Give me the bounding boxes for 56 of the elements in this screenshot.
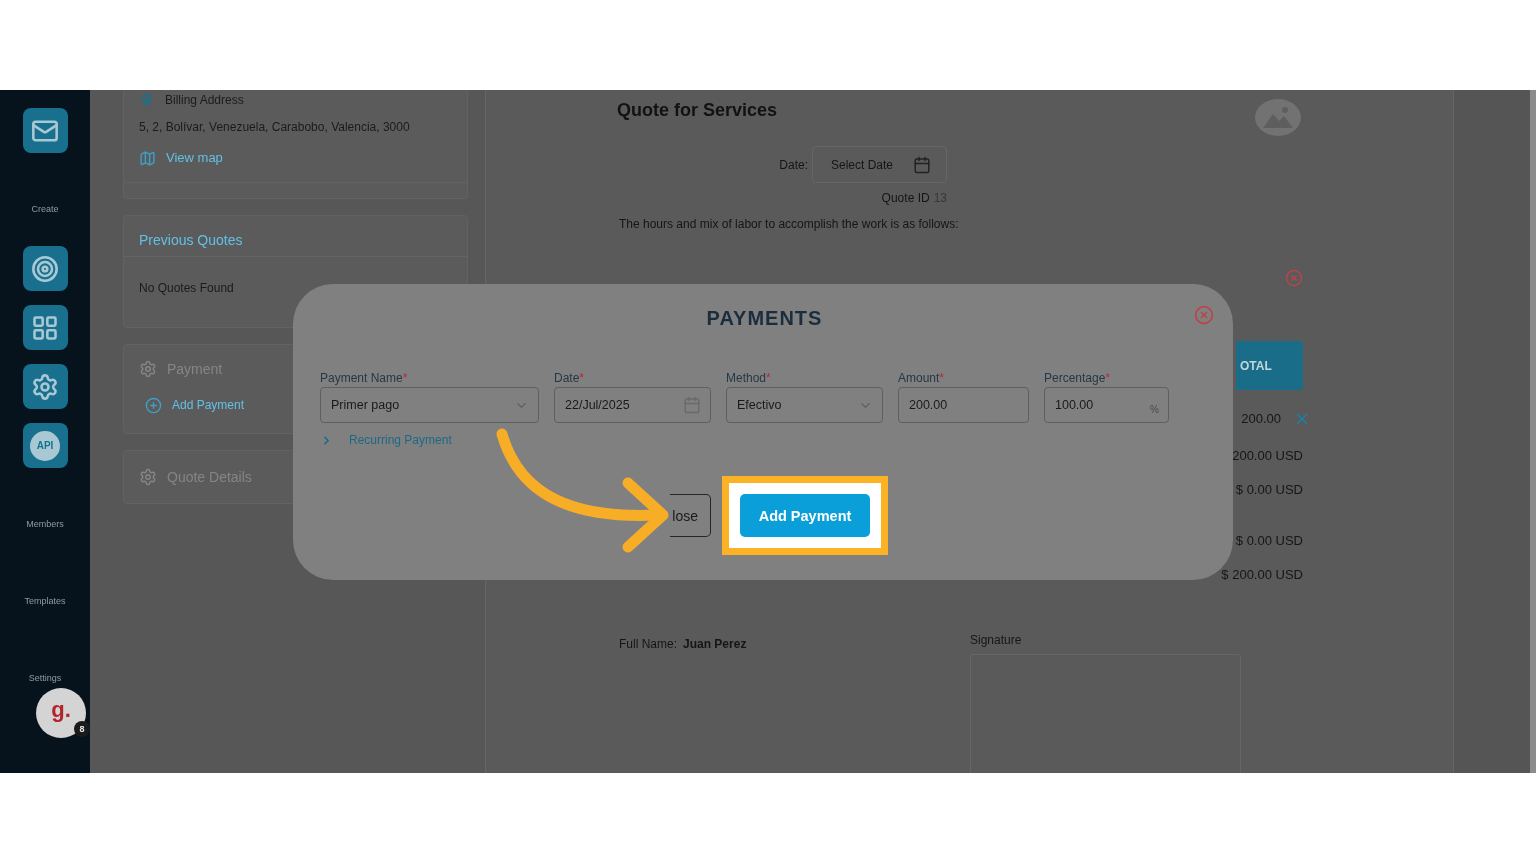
date-picker-field[interactable]: Select Date — [812, 146, 947, 183]
image-placeholder-icon — [1255, 99, 1301, 136]
plus-circle-icon — [145, 396, 162, 414]
billing-address: 5, 2, Bolívar, Venezuela, Carabobo, Valencia, 3000 — [139, 119, 410, 135]
full-name-label: Full Name: — [619, 636, 677, 652]
card-title: Previous Quotes — [139, 232, 243, 248]
field-label: Date* — [554, 371, 585, 385]
api-button[interactable]: API — [22, 423, 68, 468]
target-button[interactable] — [22, 246, 68, 291]
field-label: Payment Name* — [320, 371, 408, 385]
grid-button[interactable] — [22, 305, 68, 350]
gear-icon — [31, 372, 59, 401]
signature-label: Signature — [970, 632, 1022, 648]
close-icon[interactable] — [1285, 269, 1303, 287]
target-icon — [31, 254, 59, 283]
add-payment-link[interactable]: Add Payment — [172, 397, 245, 413]
date-label: Date: — [779, 156, 808, 173]
quote-id-label: Quote ID — [881, 190, 930, 206]
add-payment-button[interactable]: Add Payment — [740, 494, 870, 537]
section-label: Create — [31, 203, 59, 216]
close-icon — [1194, 305, 1214, 325]
close-button[interactable] — [1194, 305, 1214, 325]
close-text-button[interactable]: lose — [670, 494, 711, 537]
total-amount: $ 0.00 USD — [1235, 481, 1303, 499]
gear-icon — [139, 360, 157, 378]
gear-icon — [139, 468, 157, 486]
total-amount: $ 0.00 USD — [1235, 532, 1303, 550]
empty-message: No Quotes Found — [139, 280, 234, 296]
full-name-value: Juan Perez — [683, 636, 747, 652]
mail-button[interactable] — [22, 108, 68, 153]
dropdown-field[interactable]: Efectivo — [726, 387, 883, 423]
signature-field[interactable] — [970, 654, 1241, 773]
dialog-title: PAYMENTS — [706, 306, 823, 330]
intro-text: The hours and mix of labor to accomplish the work is as follows: — [619, 216, 959, 232]
count-badge: 8 — [74, 721, 90, 737]
totals-header: OTAL — [1236, 341, 1303, 390]
section-label: Members — [26, 518, 64, 531]
calendar-icon — [913, 155, 931, 174]
input-field[interactable]: 200.00 — [898, 387, 1029, 423]
settings-button[interactable] — [22, 364, 68, 409]
billing-address-label: Billing Address — [165, 92, 244, 108]
dropdown-field[interactable]: Primer pago — [320, 387, 539, 423]
section-label: Settings — [28, 672, 62, 685]
document-title: Quote for Services — [617, 99, 778, 121]
unit-label: % — [1150, 404, 1159, 415]
map-icon — [139, 149, 156, 167]
field-label: Amount* — [898, 371, 945, 385]
total-amount: $ 200.00 USD — [1221, 566, 1303, 584]
total-amount: 200.00 — [1241, 410, 1281, 428]
grid-icon — [31, 313, 59, 342]
field-label: Percentage* — [1044, 371, 1111, 385]
total-amount: 200.00 USD — [1232, 447, 1303, 465]
view-map-link[interactable]: View map — [166, 150, 223, 166]
section-label: Templates — [24, 595, 66, 608]
field-label: Method* — [726, 371, 771, 385]
date-field[interactable]: 22/Jul/2025 — [554, 387, 711, 423]
